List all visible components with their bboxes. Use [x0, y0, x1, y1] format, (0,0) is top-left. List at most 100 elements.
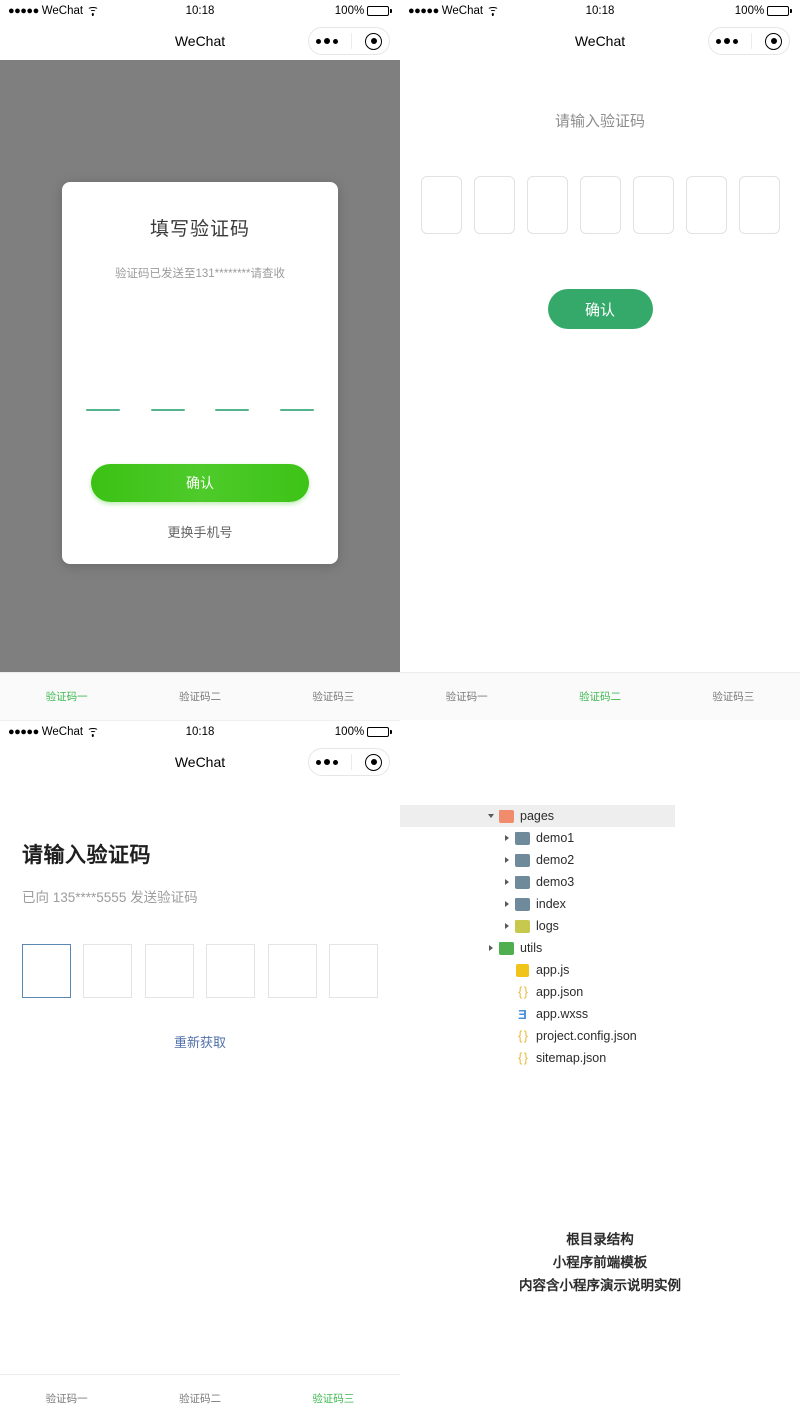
code-input-box[interactable] — [579, 176, 621, 234]
tree-item-label: project.config.json — [536, 1029, 637, 1043]
battery-percent-label: 100% — [334, 5, 365, 17]
chevron-right-icon[interactable] — [501, 923, 513, 929]
tree-row[interactable]: Ǝapp.wxss — [485, 1003, 800, 1025]
wifi-icon — [487, 6, 499, 16]
tree-row[interactable]: demo2 — [485, 849, 800, 871]
panel-verification-code-3: ●●●●● WeChat 10:18 100% WeChat 请输入验证码 已向… — [0, 720, 400, 1374]
chevron-right-icon[interactable] — [485, 945, 497, 951]
status-bar-right: 100% — [642, 5, 792, 17]
code-input-box[interactable] — [83, 944, 133, 998]
folder-icon — [515, 831, 530, 845]
tree-caption: 根目录结构 小程序前端模板 内容含小程序演示说明实例 — [400, 1228, 800, 1297]
battery-percent-label: 100% — [334, 726, 365, 738]
nav-bar: WeChat — [0, 22, 400, 60]
tab-3[interactable]: 验证码三 — [267, 689, 400, 704]
code-input-box[interactable] — [632, 176, 674, 234]
signal-dots-icon: ●●●●● — [8, 726, 39, 738]
chevron-right-icon[interactable] — [501, 857, 513, 863]
code-dash[interactable] — [215, 409, 250, 411]
code-dash[interactable] — [86, 409, 120, 411]
tree-item-label: demo3 — [536, 875, 575, 889]
more-icon[interactable] — [315, 38, 338, 44]
code-input-box[interactable] — [685, 176, 727, 234]
folder-icon — [499, 941, 514, 955]
tab-2[interactable]: 验证码二 — [133, 689, 266, 704]
folder-icon — [515, 853, 530, 867]
tree-row[interactable]: pages — [400, 805, 675, 827]
code-dash[interactable] — [150, 409, 185, 411]
close-target-icon[interactable] — [365, 32, 383, 50]
code-input-box[interactable] — [526, 176, 568, 234]
tree-row[interactable]: { } app.json — [485, 981, 800, 1003]
tree-row[interactable]: utils — [485, 937, 800, 959]
code-input-group[interactable] — [400, 176, 800, 234]
code-input-box[interactable] — [473, 176, 515, 234]
file-tree[interactable]: pages demo1 demo2 demo3 index logs utils app.js… — [400, 805, 800, 1069]
modal-subtitle: 验证码已发送至131********请查收 — [115, 268, 285, 280]
tabbar-bottom[interactable]: 验证码一 验证码二 验证码三 — [0, 1374, 400, 1422]
status-bar: ●●●●● WeChat 10:18 100% — [0, 721, 400, 743]
change-phone-link[interactable]: 更换手机号 — [62, 522, 338, 541]
folder-icon — [515, 897, 530, 911]
code-input-box[interactable] — [22, 944, 71, 998]
confirm-button[interactable]: 确认 — [91, 464, 309, 502]
wifi-icon — [87, 6, 99, 16]
page-title: 请输入验证码 — [554, 113, 645, 130]
signal-dots-icon: ●●●●● — [408, 5, 439, 17]
wifi-icon — [87, 727, 99, 737]
status-bar: ●●●●● WeChat 10:18 100% — [0, 0, 400, 22]
nav-bar: WeChat — [400, 22, 800, 60]
status-bar-left: ●●●●● WeChat — [408, 5, 558, 17]
code-input-box[interactable] — [267, 944, 317, 998]
tree-row[interactable]: demo1 — [485, 827, 800, 849]
tabbar-mid-right[interactable]: 验证码一 验证码二 验证码三 — [400, 672, 800, 720]
chevron-down-icon[interactable] — [485, 814, 497, 818]
tab-3[interactable]: 验证码三 — [667, 689, 800, 704]
capsule-divider — [350, 754, 352, 770]
wechat-capsule-menu[interactable] — [308, 27, 390, 55]
code-input-box[interactable] — [329, 944, 379, 998]
code-input-box[interactable] — [738, 176, 780, 234]
code-input-group[interactable] — [22, 944, 379, 998]
resend-code-link[interactable]: 重新获取 — [22, 1032, 378, 1051]
wechat-capsule-menu[interactable] — [708, 27, 790, 55]
tree-item-label: logs — [536, 919, 559, 933]
close-target-icon[interactable] — [765, 32, 783, 50]
tab-1[interactable]: 验证码一 — [400, 689, 533, 704]
tabbar-mid-left[interactable]: 验证码一 验证码二 验证码三 — [0, 672, 400, 720]
code-dash[interactable] — [279, 409, 314, 411]
panel-verification-code-1: ●●●●● WeChat 10:18 100% WeChat 填写验证码 验证码… — [0, 0, 400, 672]
tree-row[interactable]: { } project.config.json — [485, 1025, 800, 1047]
confirm-button[interactable]: 确认 — [547, 289, 653, 329]
battery-icon — [767, 6, 792, 16]
tab-1[interactable]: 验证码一 — [0, 1391, 133, 1406]
code-input-box[interactable] — [206, 944, 256, 998]
more-icon[interactable] — [715, 38, 738, 44]
status-bar-left: ●●●●● WeChat — [8, 726, 158, 738]
close-target-icon[interactable] — [365, 753, 383, 771]
code-dash-group[interactable] — [86, 409, 314, 411]
wechat-capsule-menu[interactable] — [308, 748, 390, 776]
code-input-box[interactable] — [144, 944, 194, 998]
verification-modal: 填写验证码 验证码已发送至131********请查收 确认 更换手机号 — [62, 182, 338, 564]
tab-2[interactable]: 验证码二 — [533, 689, 666, 704]
tree-row[interactable]: { } sitemap.json — [485, 1047, 800, 1069]
tree-item-label: utils — [520, 941, 543, 955]
capsule-divider — [750, 33, 752, 49]
panel-divider — [400, 0, 401, 672]
chevron-right-icon[interactable] — [501, 835, 513, 841]
tab-1[interactable]: 验证码一 — [0, 689, 133, 704]
tree-row[interactable]: demo3 — [485, 871, 800, 893]
tab-3[interactable]: 验证码三 — [267, 1391, 400, 1406]
wxss-file-icon: Ǝ — [518, 1006, 527, 1022]
tab-2[interactable]: 验证码二 — [133, 1391, 266, 1406]
code-input-box[interactable] — [420, 176, 462, 234]
chevron-right-icon[interactable] — [501, 901, 513, 907]
tree-row[interactable]: index — [485, 893, 800, 915]
tree-row[interactable]: logs — [485, 915, 800, 937]
clock-label: 10:18 — [185, 726, 215, 738]
tree-row[interactable]: app.js — [485, 959, 800, 981]
tree-item-label: demo1 — [536, 831, 575, 845]
more-icon[interactable] — [315, 759, 338, 765]
chevron-right-icon[interactable] — [501, 879, 513, 885]
